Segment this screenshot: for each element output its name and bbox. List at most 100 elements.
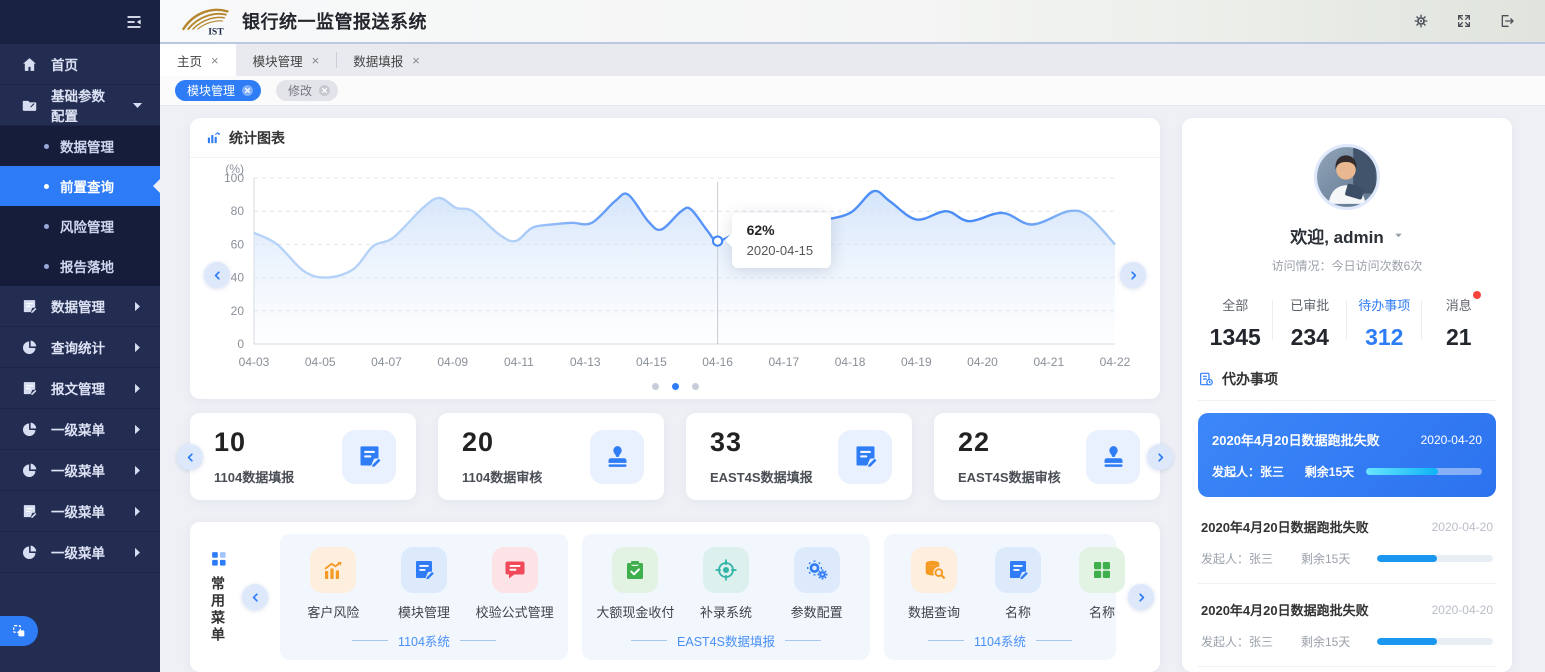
todo-progress-bar bbox=[1377, 638, 1493, 645]
bullet-dot-icon bbox=[44, 264, 49, 269]
chip-close-icon[interactable] bbox=[318, 84, 331, 97]
stat-card-0[interactable]: 101104数据填报 bbox=[190, 413, 416, 500]
tab-close-icon[interactable]: × bbox=[412, 54, 420, 67]
label-line bbox=[1036, 640, 1072, 641]
profile-stat-0[interactable]: 全部1345 bbox=[1198, 295, 1273, 351]
clipboard-check-icon bbox=[623, 558, 647, 582]
quick-menu-item-1-1[interactable]: 补录系统 bbox=[684, 547, 768, 621]
stat-label: 1104数据填报 bbox=[214, 467, 294, 486]
theme-switcher-button[interactable] bbox=[0, 616, 38, 646]
carousel-dot-2[interactable] bbox=[692, 383, 699, 390]
quick-menu-item-0-0[interactable]: 客户风险 bbox=[291, 547, 375, 621]
sidebar-item-6[interactable]: 一级菜单 bbox=[0, 450, 160, 491]
sidebar-subitem-1-0[interactable]: 数据管理 bbox=[0, 126, 160, 166]
stat-card-1[interactable]: 201104数据审核 bbox=[438, 413, 664, 500]
user-panel: 欢迎, admin 访问情况：今日访问次数6次 全部1345已审批234待办事项… bbox=[1182, 118, 1512, 672]
sidebar-item-8[interactable]: 一级菜单 bbox=[0, 532, 160, 573]
profile-stat-2[interactable]: 待办事项312 bbox=[1347, 295, 1422, 351]
quick-menu-next-button[interactable] bbox=[1128, 584, 1154, 610]
todo-list: 2020年4月20日数据跑批失败2020-04-20发起人：张三剩余15天202… bbox=[1198, 413, 1496, 672]
sidebar-item-4[interactable]: 报文管理 bbox=[0, 368, 160, 409]
todo-item-title: 2020年4月20日数据跑批失败 bbox=[1201, 600, 1369, 619]
quick-menu-title: 常用菜单 bbox=[208, 550, 228, 644]
carousel-dot-1[interactable] bbox=[672, 383, 679, 390]
chart-next-button[interactable] bbox=[1120, 262, 1146, 288]
logout-icon[interactable] bbox=[1499, 13, 1515, 29]
chevron-right-icon bbox=[1154, 451, 1167, 464]
quick-menu-item-1-0[interactable]: 大额现金收付 bbox=[593, 547, 677, 621]
quick-menu-item-2-1[interactable]: 名称 bbox=[976, 547, 1060, 621]
sidebar-item-7[interactable]: 一级菜单 bbox=[0, 491, 160, 532]
stat-card-3[interactable]: 22EAST4S数据审核 bbox=[934, 413, 1160, 500]
doc-edit-icon bbox=[356, 443, 383, 470]
database-search-icon bbox=[922, 558, 946, 582]
profile-stat-3[interactable]: 消息21 bbox=[1422, 295, 1497, 351]
svg-text:40: 40 bbox=[231, 271, 245, 285]
stat-card-2[interactable]: 33EAST4S数据填报 bbox=[686, 413, 912, 500]
sidebar-subitem-label: 风险管理 bbox=[60, 216, 114, 236]
tab-1[interactable]: 模块管理× bbox=[236, 44, 337, 76]
grid-menu-icon bbox=[210, 550, 227, 567]
sidebar-item-label: 报文管理 bbox=[51, 378, 105, 398]
stat-value: 33 bbox=[710, 427, 813, 458]
quick-menu-item-label: 名称 bbox=[1089, 602, 1115, 621]
collapse-menu-icon[interactable] bbox=[124, 12, 144, 32]
main-wrapper: IST 银行统一监管报送系统 主页×模块管理×数据填报× 模块管理修改 统计图表… bbox=[160, 0, 1545, 672]
stats-next-button[interactable] bbox=[1147, 444, 1173, 470]
settings-icon[interactable] bbox=[1413, 13, 1429, 29]
stats-prev-button[interactable] bbox=[177, 444, 203, 470]
todo-item-3[interactable]: 2020年4月20日数据跑批失败2020-04-20发起人：张三剩余4天 bbox=[1198, 666, 1496, 672]
stat-value: 22 bbox=[958, 427, 1061, 458]
pie-icon bbox=[21, 544, 38, 561]
caret-down-icon bbox=[129, 97, 146, 114]
sidebar-item-0[interactable]: 首页 bbox=[0, 44, 160, 85]
bullet-dot-icon bbox=[44, 144, 49, 149]
todo-list-icon bbox=[1198, 371, 1214, 387]
todo-remaining: 剩余15天 bbox=[1305, 463, 1366, 480]
fullscreen-icon[interactable] bbox=[1456, 13, 1472, 29]
tab-strip: 主页×模块管理×数据填报× bbox=[160, 44, 1545, 76]
caret-right-icon bbox=[129, 380, 146, 397]
filter-chip-1[interactable]: 修改 bbox=[276, 80, 338, 101]
sidebar-item-5[interactable]: 一级菜单 bbox=[0, 409, 160, 450]
svg-text:04-15: 04-15 bbox=[636, 355, 667, 369]
quick-menu-item-label: 名称 bbox=[1005, 602, 1031, 621]
quick-menu-prev-button[interactable] bbox=[242, 584, 268, 610]
filter-chip-0[interactable]: 模块管理 bbox=[175, 80, 261, 101]
chevron-right-icon bbox=[1127, 269, 1140, 282]
sidebar-subitem-1-2[interactable]: 风险管理 bbox=[0, 206, 160, 246]
todo-title: 代办事项 bbox=[1222, 369, 1278, 389]
todo-item-1[interactable]: 2020年4月20日数据跑批失败2020-04-20发起人：张三剩余15天 bbox=[1198, 501, 1496, 583]
profile-stat-1[interactable]: 已审批234 bbox=[1273, 295, 1348, 351]
carousel-dot-0[interactable] bbox=[652, 383, 659, 390]
tab-close-icon[interactable]: × bbox=[312, 54, 320, 67]
todo-item-2[interactable]: 2020年4月20日数据跑批失败2020-04-20发起人：张三剩余15天 bbox=[1198, 583, 1496, 666]
tab-0[interactable]: 主页× bbox=[160, 44, 236, 76]
chart-prev-button[interactable] bbox=[204, 262, 230, 288]
quick-menu-item-0-2[interactable]: 校验公式管理 bbox=[473, 547, 557, 621]
doc-edit-icon bbox=[412, 558, 436, 582]
pie-icon bbox=[21, 462, 38, 479]
todo-item-date: 2020-04-20 bbox=[1432, 603, 1493, 617]
quick-menu-groups: 客户风险模块管理校验公式管理1104系统大额现金收付补录系统参数配置EAST4S… bbox=[280, 534, 1116, 660]
sidebar-item-3[interactable]: 查询统计 bbox=[0, 327, 160, 368]
sidebar-item-2[interactable]: 数据管理 bbox=[0, 286, 160, 327]
sidebar-item-label: 一级菜单 bbox=[51, 460, 105, 480]
sidebar-subitem-1-3[interactable]: 报告落地 bbox=[0, 246, 160, 286]
quick-menu-item-2-0[interactable]: 数据查询 bbox=[892, 547, 976, 621]
quick-menu-item-0-1[interactable]: 模块管理 bbox=[382, 547, 466, 621]
caret-down-icon[interactable] bbox=[1393, 230, 1404, 241]
sidebar-subitem-1-1[interactable]: 前置查询 bbox=[0, 166, 160, 206]
tab-2[interactable]: 数据填报× bbox=[336, 44, 437, 76]
todo-item-0[interactable]: 2020年4月20日数据跑批失败2020-04-20发起人：张三剩余15天 bbox=[1198, 413, 1496, 497]
sidebar-item-label: 一级菜单 bbox=[51, 419, 105, 439]
tab-close-icon[interactable]: × bbox=[211, 54, 219, 67]
quick-menu-item-1-2[interactable]: 参数配置 bbox=[775, 547, 859, 621]
sidebar-subitem-label: 前置查询 bbox=[60, 176, 114, 196]
risk-chart-icon bbox=[321, 558, 345, 582]
quick-menu-item-2-2[interactable]: 名称 bbox=[1060, 547, 1144, 621]
user-avatar[interactable] bbox=[1314, 144, 1380, 210]
sidebar-item-1[interactable]: 基础参数配置 bbox=[0, 85, 160, 126]
target-icon bbox=[714, 558, 738, 582]
chip-close-icon[interactable] bbox=[241, 84, 254, 97]
